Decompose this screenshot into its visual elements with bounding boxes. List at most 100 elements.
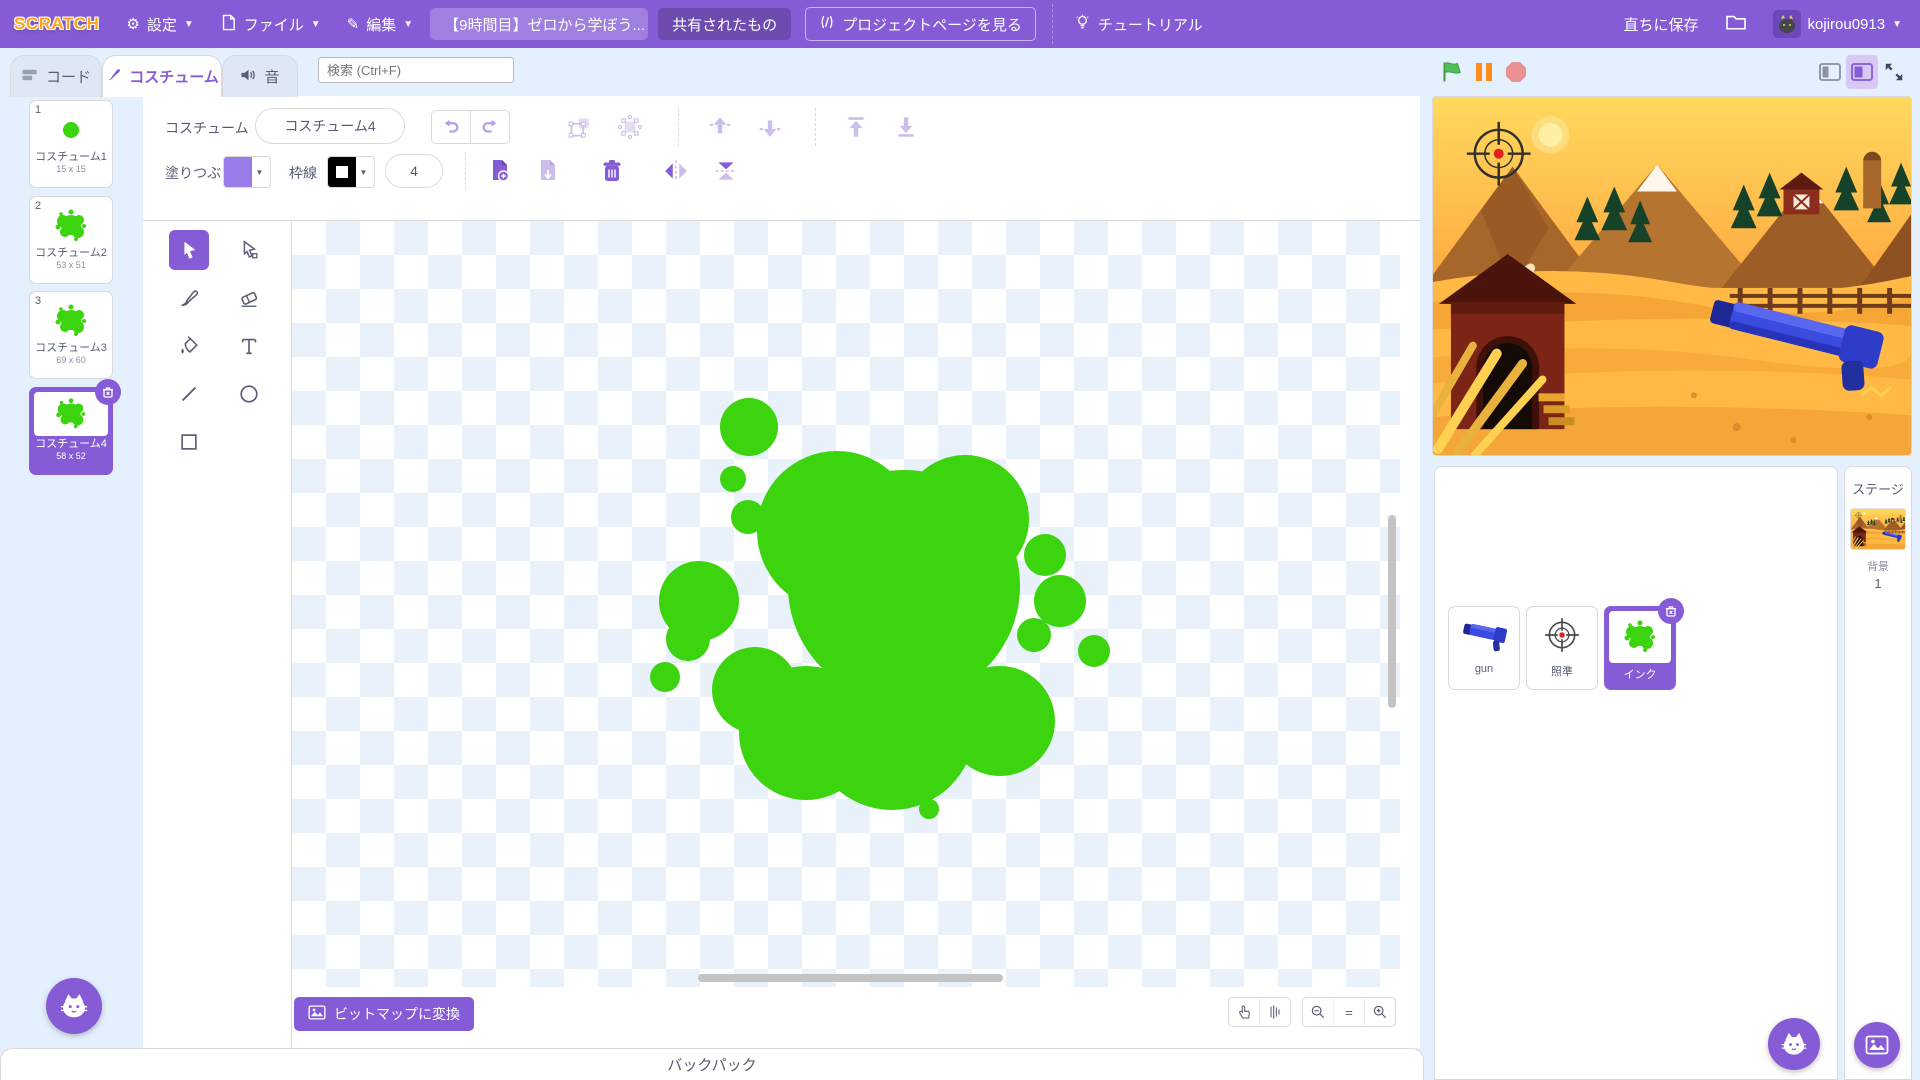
line-tool[interactable] [169, 374, 209, 414]
paint-editor: コスチューム 塗りつぶし [143, 96, 1420, 1048]
tab-sounds[interactable]: 音 [222, 55, 298, 97]
reshape-tool[interactable] [229, 230, 269, 270]
costume-field-label: コスチューム [165, 118, 249, 138]
costume-item-4-selected[interactable]: 4 コスチューム4 58 x 52 [29, 387, 113, 475]
zoom-out-icon [1310, 1004, 1326, 1020]
sprite-item-crosshair[interactable]: 照準 [1526, 606, 1598, 690]
reshape-icon [238, 239, 260, 261]
chevron-down-icon: ▼ [252, 168, 267, 177]
costume-name: コスチューム2 [30, 247, 112, 260]
canvas-horizontal-scrollbar[interactable] [698, 974, 1003, 982]
costume-size: 69 x 60 [30, 355, 112, 365]
send-to-back-button[interactable] [889, 110, 923, 144]
redo-button[interactable] [470, 111, 509, 143]
costume-name-input[interactable] [255, 108, 405, 144]
scratch-logo[interactable]: SCRATCH [14, 14, 99, 34]
menu-file[interactable]: ファイル ▼ [207, 0, 334, 48]
group-button[interactable] [563, 110, 597, 144]
bring-forward-button[interactable] [703, 110, 737, 144]
save-now-button[interactable]: 直ちに保存 [1611, 0, 1712, 48]
view-project-page-button[interactable]: プロジェクトページを見る [805, 7, 1036, 41]
add-sprite-button[interactable] [1768, 1018, 1820, 1070]
costume-size: 58 x 52 [30, 451, 112, 461]
fill-tool[interactable] [169, 326, 209, 366]
convert-to-bitmap-button[interactable]: ビットマップに変換 [294, 997, 474, 1031]
costume-item-2[interactable]: 2 コスチューム2 53 x 51 [29, 196, 113, 284]
search-input[interactable] [318, 57, 514, 83]
eraser-tool[interactable] [229, 278, 269, 318]
paint-canvas[interactable] [292, 221, 1400, 987]
stage-preview[interactable] [1432, 96, 1912, 456]
arrow-up-icon [707, 114, 733, 140]
zoom-out-button[interactable] [1303, 998, 1333, 1026]
add-costume-button[interactable] [46, 978, 102, 1034]
text-tool[interactable] [229, 326, 269, 366]
brush-tool[interactable] [169, 278, 209, 318]
delete-costume-button[interactable] [95, 379, 121, 405]
zoom-in-button[interactable] [1364, 998, 1395, 1026]
paintbrush-icon [178, 287, 200, 309]
costume-list: 1 コスチューム1 15 x 15 2 コスチューム2 53 x 51 3 コス… [0, 96, 144, 1048]
stage-title: ステージ [1845, 479, 1911, 498]
tab-sounds-label: 音 [264, 66, 279, 87]
zoom-controls: = [1302, 997, 1396, 1027]
select-tool[interactable] [169, 230, 209, 270]
tab-code[interactable]: コード [10, 55, 102, 97]
costume-item-3[interactable]: 3 コスチューム3 69 x 60 [29, 291, 113, 379]
undo-button[interactable] [432, 111, 470, 143]
fullscreen-button[interactable] [1878, 55, 1910, 89]
view-project-page-label: プロジェクトページを見る [842, 14, 1022, 35]
account-menu[interactable]: kojirou0913 ▼ [1760, 0, 1920, 48]
project-title-input[interactable]: 【9時間目】ゼロから学ぼう... [430, 8, 648, 40]
chevron-down-icon: ▼ [1892, 19, 1902, 30]
ruler-lines-button[interactable] [1259, 998, 1290, 1026]
menu-settings[interactable]: ⚙ 設定 ▼ [113, 0, 206, 48]
outline-color-swatch[interactable]: ▼ [327, 156, 375, 188]
stop-button[interactable] [1500, 55, 1532, 89]
paste-button[interactable] [531, 154, 565, 188]
ink-splat-drawing [292, 221, 1400, 987]
backdrop-thumbnail [1850, 508, 1906, 550]
flip-horizontal-button[interactable] [659, 154, 693, 188]
stage-selector[interactable]: ステージ 背景 1 [1844, 466, 1912, 1080]
costume-index: 3 [35, 295, 41, 307]
large-stage-button[interactable] [1846, 55, 1878, 89]
pause-button[interactable] [1468, 55, 1500, 89]
zoom-reset-button[interactable]: = [1333, 998, 1364, 1026]
add-backdrop-button[interactable] [1854, 1022, 1900, 1068]
canvas-vertical-scrollbar[interactable] [1388, 515, 1396, 708]
small-stage-button[interactable] [1814, 55, 1846, 89]
cursor-icon [178, 239, 200, 261]
shared-status-label: 共有されたもの [672, 14, 777, 35]
rectangle-tool[interactable] [169, 422, 209, 462]
costume-thumbnail [30, 300, 112, 342]
delete-sprite-button[interactable] [1658, 598, 1684, 624]
sprite-item-ink-selected[interactable]: インク [1604, 606, 1676, 690]
hand-mode-button[interactable] [1229, 998, 1259, 1026]
ungroup-button[interactable] [613, 110, 647, 144]
text-icon [238, 335, 260, 357]
lightbulb-icon [1074, 14, 1091, 35]
backpack-bar[interactable]: バックパック [0, 1048, 1424, 1080]
paste-icon [536, 158, 560, 184]
tab-costumes[interactable]: コスチューム [102, 55, 222, 97]
my-stuff-button[interactable] [1712, 0, 1760, 48]
costume-index: 4 [35, 391, 41, 403]
delete-button[interactable] [595, 154, 629, 188]
bring-to-front-button[interactable] [839, 110, 873, 144]
menu-edit[interactable]: ✎ 編集 ▼ [334, 0, 427, 48]
chevron-down-icon: ▼ [184, 19, 194, 30]
send-backward-button[interactable] [753, 110, 787, 144]
circle-tool[interactable] [229, 374, 269, 414]
costume-item-1[interactable]: 1 コスチューム1 15 x 15 [29, 100, 113, 188]
stroke-width-input[interactable] [385, 154, 443, 188]
sprite-thumbnail [1527, 607, 1597, 663]
fill-color-swatch[interactable]: ▼ [223, 156, 271, 188]
ungroup-icon [617, 114, 643, 140]
sprite-item-gun[interactable]: gun [1448, 606, 1520, 690]
flip-vertical-button[interactable] [709, 154, 743, 188]
copy-button[interactable] [483, 154, 517, 188]
green-flag-button[interactable] [1436, 55, 1468, 89]
outline-color-chip [328, 157, 356, 187]
tutorials-button[interactable]: チュートリアル [1061, 0, 1216, 48]
